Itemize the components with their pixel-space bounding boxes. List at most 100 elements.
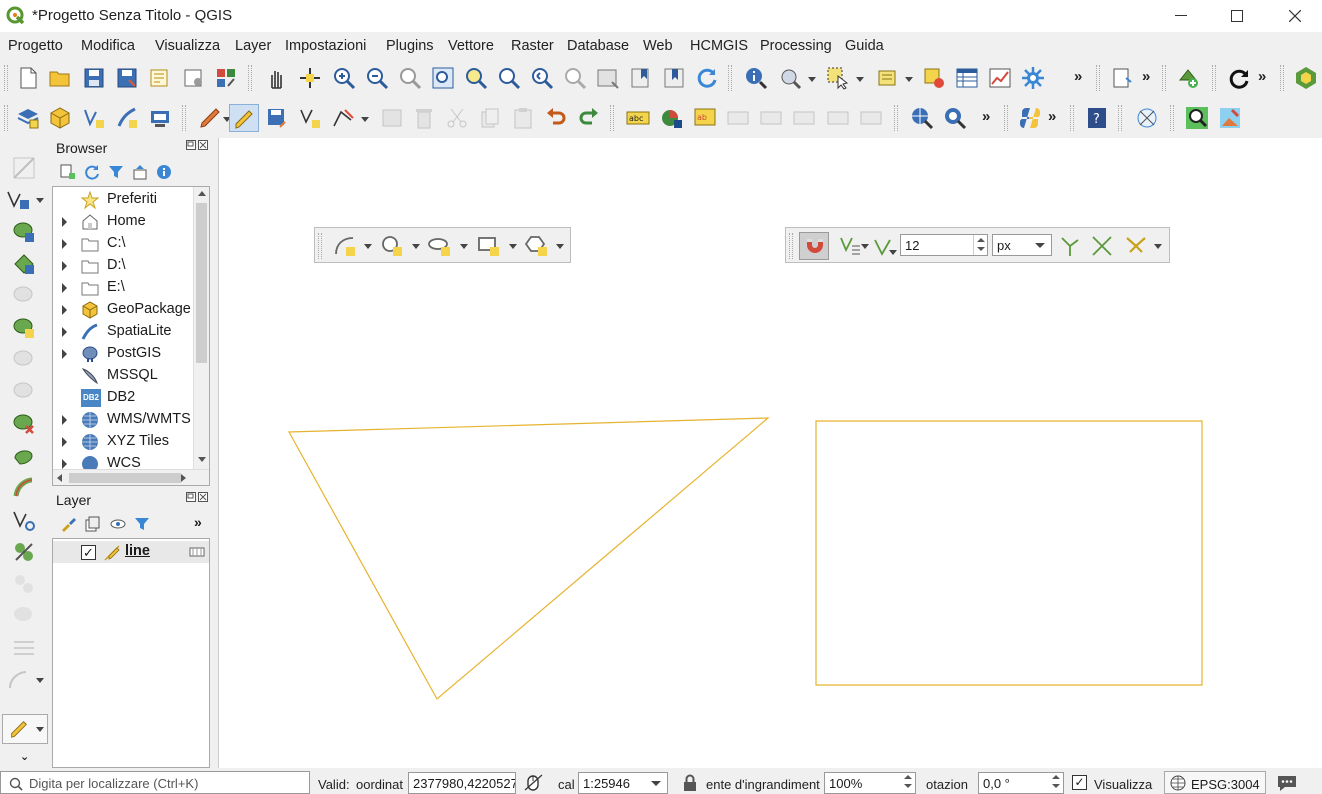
- scale-feature-icon[interactable]: [12, 572, 36, 596]
- menu-progetto[interactable]: Progetto: [8, 38, 63, 54]
- scale-combobox[interactable]: 1:25946: [578, 772, 668, 794]
- toolbar-handle[interactable]: [4, 65, 8, 91]
- snapping-toggle-button[interactable]: [799, 232, 829, 260]
- new-geopackage-layer-icon[interactable]: [48, 106, 72, 130]
- menu-guida[interactable]: Guida: [845, 38, 884, 54]
- help-icon[interactable]: ?: [1085, 106, 1109, 130]
- add-ring-icon[interactable]: [12, 220, 36, 244]
- digitize-icon[interactable]: [12, 156, 36, 180]
- expand-arrow-icon[interactable]: [62, 217, 67, 227]
- toolbar-handle[interactable]: [248, 65, 252, 91]
- layer-embedded-icon[interactable]: [189, 546, 205, 558]
- statistics-icon[interactable]: [988, 66, 1012, 90]
- toolbar-handle[interactable]: [789, 233, 793, 259]
- modify-attributes-icon[interactable]: [380, 106, 404, 130]
- magnifier-spinbox[interactable]: 100%: [824, 772, 916, 794]
- copy-features-icon[interactable]: [478, 106, 502, 130]
- zoom-native-icon[interactable]: [398, 66, 422, 90]
- toggle-extents-mouse-icon[interactable]: [524, 774, 544, 792]
- scroll-up-arrow-icon[interactable]: [198, 191, 206, 196]
- move-label-icon[interactable]: [760, 106, 784, 130]
- scrollbar-thumb[interactable]: [196, 203, 207, 363]
- expand-arrow-icon[interactable]: [62, 415, 67, 425]
- select-expression-dropdown-arrow[interactable]: [905, 77, 913, 82]
- properties-info-icon[interactable]: [156, 164, 172, 180]
- filter-browser-icon[interactable]: [108, 164, 124, 180]
- tree-item-wms-wmts[interactable]: WMS/WMTS: [53, 409, 209, 431]
- undo-icon[interactable]: [544, 106, 568, 130]
- cut-features-icon[interactable]: [445, 106, 469, 130]
- tree-item-preferiti[interactable]: Preferiti: [53, 189, 209, 211]
- fill-ring-icon[interactable]: [12, 284, 36, 308]
- move-feature-icon[interactable]: [12, 604, 36, 628]
- toolbar-handle[interactable]: [610, 105, 614, 131]
- advanced-digitizing-button[interactable]: [2, 714, 48, 744]
- snap-type-dropdown-arrow[interactable]: [889, 250, 897, 255]
- add-layer-icon[interactable]: [1176, 66, 1200, 90]
- new-bookmark-icon[interactable]: [629, 66, 653, 90]
- label-pin-icon[interactable]: ab: [694, 106, 718, 130]
- toolbar-handle[interactable]: [182, 105, 186, 131]
- attribute-table-icon[interactable]: [955, 66, 979, 90]
- self-snapping-dropdown-arrow[interactable]: [1154, 244, 1162, 249]
- add-circular-string-icon[interactable]: [333, 234, 357, 258]
- minimize-button[interactable]: [1158, 0, 1204, 32]
- advanced-digitizing-dropdown-arrow[interactable]: [36, 727, 44, 732]
- delete-selected-icon[interactable]: [412, 106, 436, 130]
- collapse-all-icon[interactable]: [132, 164, 148, 180]
- manage-visibility-icon[interactable]: [110, 516, 126, 532]
- expand-arrow-icon[interactable]: [62, 283, 67, 293]
- toolbar-overflow-button[interactable]: »: [1258, 68, 1266, 85]
- data-source-manager-icon[interactable]: [16, 106, 40, 130]
- add-ellipse-icon[interactable]: [428, 234, 452, 258]
- select-dropdown-arrow[interactable]: [856, 77, 864, 82]
- scroll-down-arrow-icon[interactable]: [198, 457, 206, 462]
- vertex-tool-dropdown-arrow[interactable]: [361, 117, 369, 122]
- map-canvas[interactable]: 12 px: [218, 138, 1322, 768]
- change-label-icon[interactable]: [827, 106, 851, 130]
- add-regular-polygon-icon[interactable]: [525, 234, 549, 258]
- processing-graph-icon[interactable]: [1135, 106, 1159, 130]
- magnifier-up-arrow-icon[interactable]: [904, 775, 912, 779]
- map-tool-plugin-icon[interactable]: [1218, 106, 1242, 130]
- reshape-features-icon[interactable]: [12, 444, 36, 468]
- snapping-intersection-icon[interactable]: [1090, 234, 1114, 258]
- locator-search-box[interactable]: Digita per localizzare (Ctrl+K): [0, 771, 310, 794]
- zoom-next-icon[interactable]: [563, 66, 587, 90]
- spin-up-arrow-icon[interactable]: [977, 238, 985, 242]
- topological-editing-icon[interactable]: [1058, 234, 1082, 258]
- toolbar-overflow-button[interactable]: »: [982, 108, 990, 125]
- expand-arrow-icon[interactable]: [62, 459, 67, 469]
- tree-item-db2[interactable]: DB2 DB2: [53, 387, 209, 409]
- add-part-icon[interactable]: [12, 252, 36, 276]
- snapping-tolerance-spinbox[interactable]: 12: [900, 234, 988, 256]
- scroll-right-arrow-icon[interactable]: [181, 474, 186, 482]
- add-selected-icon[interactable]: [60, 164, 76, 180]
- zoom-in-icon[interactable]: [332, 66, 356, 90]
- metasearch-search-icon[interactable]: [943, 106, 967, 130]
- split-features-icon[interactable]: [12, 316, 36, 340]
- tree-item-spatialite[interactable]: SpatiaLite: [53, 321, 209, 343]
- toolbar-handle[interactable]: [1170, 105, 1174, 131]
- menu-database[interactable]: Database: [567, 38, 629, 54]
- offset-curve-icon[interactable]: [12, 476, 36, 500]
- expand-arrow-icon[interactable]: [62, 437, 67, 447]
- metasearch-icon[interactable]: [910, 106, 934, 130]
- reverse-line-dropdown-arrow[interactable]: [36, 678, 44, 683]
- delete-ring-icon[interactable]: [12, 412, 36, 436]
- new-virtual-layer-icon[interactable]: [148, 106, 172, 130]
- tree-item-xyz-tiles[interactable]: XYZ Tiles: [53, 431, 209, 453]
- add-feature-icon[interactable]: [298, 106, 322, 130]
- crs-button[interactable]: EPSG:3004: [1164, 771, 1266, 794]
- toolbar-overflow-button[interactable]: »: [1048, 108, 1056, 125]
- self-snapping-icon[interactable]: [1124, 234, 1148, 258]
- toolbar-handle[interactable]: [1118, 105, 1122, 131]
- save-as-icon[interactable]: [115, 66, 139, 90]
- save-layer-edits-icon[interactable]: [265, 106, 289, 130]
- menu-hcmgis[interactable]: HCMGIS: [690, 38, 748, 54]
- menu-web[interactable]: Web: [643, 38, 673, 54]
- filter-legend-icon[interactable]: [134, 516, 150, 532]
- toolbar-handle[interactable]: [318, 233, 322, 259]
- menu-plugins[interactable]: Plugins: [386, 38, 434, 54]
- refresh-icon[interactable]: [695, 66, 719, 90]
